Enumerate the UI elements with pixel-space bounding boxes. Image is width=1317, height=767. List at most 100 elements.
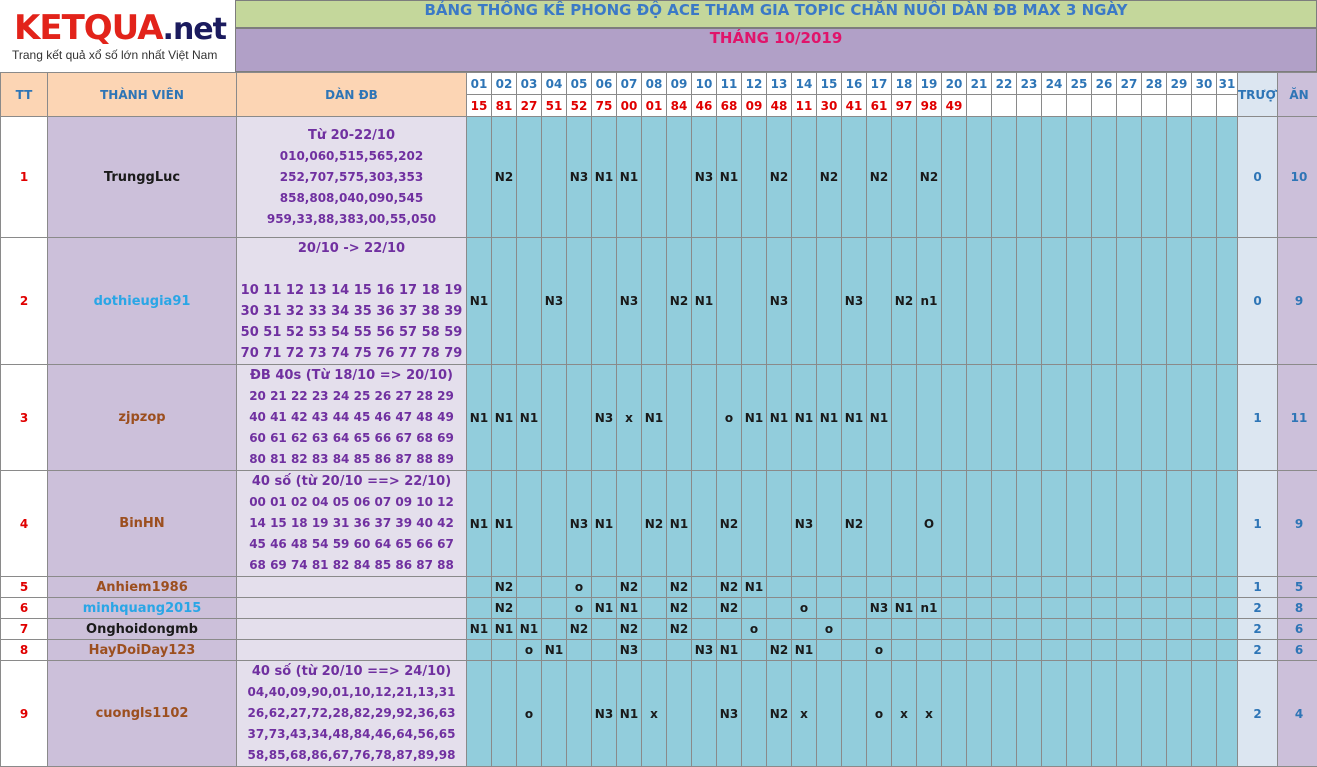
day-mark	[667, 640, 692, 661]
member-name[interactable]: dothieugia91	[48, 238, 237, 365]
dan-db	[237, 577, 467, 598]
day-mark	[517, 471, 542, 577]
day-mark	[892, 365, 917, 471]
member-name[interactable]: BinHN	[48, 471, 237, 577]
day-mark	[1192, 619, 1217, 640]
day-mark	[667, 365, 692, 471]
an-count: 11	[1278, 365, 1317, 471]
day-mark	[742, 661, 767, 767]
day-mark	[1167, 640, 1192, 661]
member-name[interactable]: TrunggLuc	[48, 117, 237, 238]
day-mark	[942, 471, 967, 577]
day-mark: x	[642, 661, 667, 767]
day-mark	[892, 577, 917, 598]
truot-count: 2	[1238, 661, 1278, 767]
table-row: 6minhquang2015N2oN1N1N2N2oN3N1n128	[1, 598, 1317, 619]
member-name[interactable]: cuongls1102	[48, 661, 237, 767]
header-truot: TRƯỢT	[1238, 73, 1278, 117]
day-mark: N1	[592, 598, 617, 619]
day-mark	[992, 619, 1017, 640]
dan-title: 40 số (từ 20/10 ==> 24/10)	[237, 661, 466, 682]
day-mark	[542, 577, 567, 598]
day-mark: N1	[592, 471, 617, 577]
day-mark	[467, 661, 492, 767]
dan-line: 20 21 22 23 24 25 26 27 28 29	[237, 386, 466, 407]
day-mark: N1	[742, 577, 767, 598]
dan-line: 010,060,515,565,202	[237, 146, 466, 167]
member-name[interactable]: Onghoidongmb	[48, 619, 237, 640]
day-mark	[1017, 661, 1042, 767]
day-mark	[942, 577, 967, 598]
member-name[interactable]: Anhiem1986	[48, 577, 237, 598]
member-name[interactable]: minhquang2015	[48, 598, 237, 619]
day-mark	[517, 577, 542, 598]
day-mark	[1042, 365, 1067, 471]
day-mark	[1117, 598, 1142, 619]
day-mark	[1167, 619, 1192, 640]
day-mark: N3	[567, 471, 592, 577]
day-mark: N1	[842, 365, 867, 471]
day-header: 21	[967, 73, 992, 95]
day-mark	[792, 619, 817, 640]
day-mark	[1192, 238, 1217, 365]
day-mark	[1167, 238, 1192, 365]
day-mark	[1142, 471, 1167, 577]
day-mark	[817, 238, 842, 365]
logo-wordmark: KETQUA.net	[14, 8, 226, 48]
dan-line: 04,40,09,90,01,10,12,21,13,31	[237, 682, 466, 703]
day-mark: N2	[667, 598, 692, 619]
day-header: 02	[492, 73, 517, 95]
day-mark	[1117, 640, 1142, 661]
day-mark	[817, 661, 842, 767]
day-mark	[592, 577, 617, 598]
table-row: 7OnghoidongmbN1N1N1N2N2N2oo26	[1, 619, 1317, 640]
result-cell	[1142, 95, 1167, 117]
day-mark: o	[517, 661, 542, 767]
sheet-title: BẢNG THỐNG KÊ PHONG ĐỘ ACE THAM GIA TOPI…	[235, 0, 1317, 28]
day-mark	[1142, 577, 1167, 598]
truot-count: 1	[1238, 577, 1278, 598]
day-mark	[642, 598, 667, 619]
day-mark: N2	[717, 598, 742, 619]
day-mark: o	[517, 640, 542, 661]
member-name[interactable]: HayDoiDay123	[48, 640, 237, 661]
day-mark: N2	[667, 238, 692, 365]
dan-line: 50 51 52 53 54 55 56 57 58 59	[237, 322, 466, 343]
day-mark	[1167, 117, 1192, 238]
day-mark	[967, 117, 992, 238]
an-count: 10	[1278, 117, 1317, 238]
day-mark	[1167, 577, 1192, 598]
day-mark	[1017, 640, 1042, 661]
ketqua-logo[interactable]: KETQUA.net Trang kết quả xổ số lớn nhất …	[0, 0, 235, 72]
day-mark	[1117, 471, 1142, 577]
day-mark	[817, 471, 842, 577]
truot-count: 1	[1238, 365, 1278, 471]
day-header: 17	[867, 73, 892, 95]
day-header: 16	[842, 73, 867, 95]
day-mark	[842, 661, 867, 767]
day-mark: o	[717, 365, 742, 471]
day-mark	[917, 365, 942, 471]
day-mark: N1	[467, 471, 492, 577]
day-mark: N1	[792, 640, 817, 661]
day-mark	[942, 365, 967, 471]
dan-line: 68 69 74 81 82 84 85 86 87 88	[237, 555, 466, 576]
header-dan: DÀN ĐB	[237, 73, 467, 117]
day-mark	[1192, 577, 1217, 598]
day-mark	[1092, 577, 1117, 598]
day-mark: N2	[667, 577, 692, 598]
day-mark	[642, 640, 667, 661]
row-number: 7	[1, 619, 48, 640]
day-mark: n1	[917, 238, 942, 365]
result-cell	[1092, 95, 1117, 117]
day-mark	[1067, 117, 1092, 238]
dan-title: ĐB 40s (Từ 18/10 => 20/10)	[237, 365, 466, 386]
day-mark: N3	[767, 238, 792, 365]
truot-count: 0	[1238, 117, 1278, 238]
table-row: 2dothieugia9120/10 -> 22/10 10 11 12 13 …	[1, 238, 1317, 365]
dan-title: 40 số (từ 20/10 ==> 22/10)	[237, 471, 466, 492]
day-mark	[1217, 238, 1238, 365]
result-cell: 41	[842, 95, 867, 117]
day-mark	[642, 619, 667, 640]
member-name[interactable]: zjpzop	[48, 365, 237, 471]
